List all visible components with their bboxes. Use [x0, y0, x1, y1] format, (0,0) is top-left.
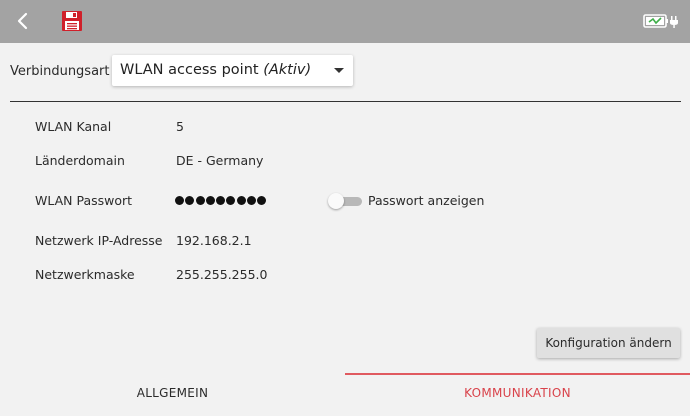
active-tab-indicator [345, 373, 690, 375]
show-password-toggle[interactable] [328, 193, 362, 209]
floppy-disk-icon [62, 11, 82, 31]
top-bar [0, 0, 690, 43]
toggle-thumb [328, 193, 344, 209]
password-dot [185, 196, 195, 205]
password-dot [216, 196, 226, 205]
ip-address-value: 192.168.2.1 [176, 233, 252, 248]
wlan-channel-label: WLAN Kanal [35, 119, 112, 134]
chevron-left-icon [17, 12, 28, 30]
tab-general-label: ALLGEMEIN [136, 386, 209, 400]
tab-communication-label: KOMMUNIKATION [464, 386, 571, 400]
netmask-value: 255.255.255.0 [176, 267, 268, 282]
wlan-password-value [175, 194, 268, 208]
country-domain-label: Länderdomain [35, 153, 125, 168]
wlan-channel-value: 5 [176, 119, 184, 134]
wlan-password-label: WLAN Passwort [35, 193, 133, 208]
tab-general[interactable]: ALLGEMEIN [0, 372, 345, 416]
connection-type-dropdown[interactable]: WLAN access point (Aktiv) [112, 55, 353, 86]
country-domain-value: DE - Germany [176, 153, 264, 168]
ip-address-label: Netzwerk IP-Adresse [35, 233, 163, 248]
change-configuration-button[interactable]: Konfiguration ändern [537, 328, 680, 358]
connection-type-value: WLAN access point (Aktiv) [120, 62, 311, 78]
password-dot [226, 196, 236, 205]
show-password-label: Passwort anzeigen [368, 193, 485, 208]
dropdown-arrow-icon [334, 68, 344, 73]
password-dot [175, 196, 184, 205]
connection-status: (Aktiv) [263, 62, 312, 78]
netmask-label: Netzwerkmaske [35, 267, 135, 282]
password-dot [247, 196, 257, 205]
password-dot [205, 196, 215, 205]
connection-type-row: Verbindungsart WLAN access point (Aktiv) [0, 55, 690, 89]
battery-status [643, 12, 679, 30]
tab-bar: ALLGEMEIN KOMMUNIKATION [0, 372, 690, 416]
password-dot [236, 196, 246, 205]
tab-communication[interactable]: KOMMUNIKATION [345, 372, 690, 416]
password-dot [257, 196, 267, 205]
password-dot [195, 196, 205, 205]
section-divider [10, 101, 681, 102]
battery-charging-icon [643, 14, 678, 28]
connection-type-selected: WLAN access point [120, 62, 259, 78]
back-button[interactable] [11, 9, 35, 33]
connection-type-label: Verbindungsart [10, 64, 110, 79]
save-button[interactable] [60, 9, 84, 33]
